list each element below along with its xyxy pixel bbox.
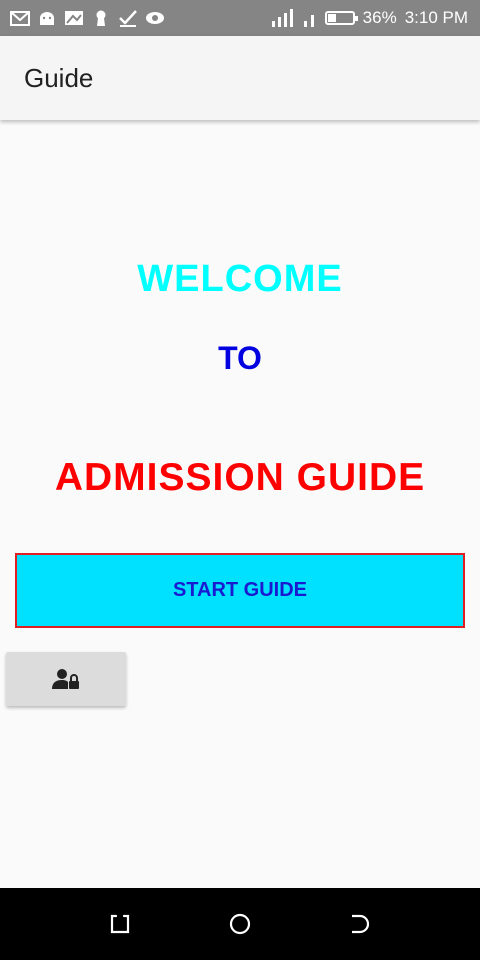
start-guide-button[interactable]: START GUIDE (15, 553, 465, 628)
welcome-heading: WELCOME (137, 258, 343, 300)
navigation-bar (0, 888, 480, 960)
android-icon (40, 12, 54, 25)
admin-login-button[interactable] (6, 652, 126, 706)
home-button[interactable] (225, 909, 255, 939)
signal-icon (271, 9, 293, 27)
back-button[interactable] (345, 909, 375, 939)
page-title: Guide (24, 62, 94, 93)
recent-apps-button[interactable] (105, 909, 135, 939)
gmail-icon (10, 11, 30, 26)
app-bar: Guide (0, 36, 480, 120)
battery-icon (324, 11, 358, 25)
status-right: 36% 3:10 PM (271, 8, 468, 28)
to-heading: TO (218, 340, 262, 376)
admission-guide-heading: ADMISSION GUIDE (54, 456, 426, 499)
status-bar: 36% 3:10 PM (0, 0, 480, 36)
battery-percent: 36% (362, 8, 397, 27)
back-icon (352, 914, 370, 934)
eye-icon (146, 12, 164, 24)
signal-icon (303, 15, 314, 27)
status-time: 3:10 PM (404, 8, 468, 27)
keyhole-icon (96, 10, 106, 26)
gallery-icon (65, 11, 83, 25)
user-lock-icon (52, 669, 79, 689)
status-left-icons (10, 9, 165, 27)
checkmark-icon (119, 10, 137, 27)
recent-apps-icon (110, 914, 130, 934)
home-icon (229, 913, 251, 935)
